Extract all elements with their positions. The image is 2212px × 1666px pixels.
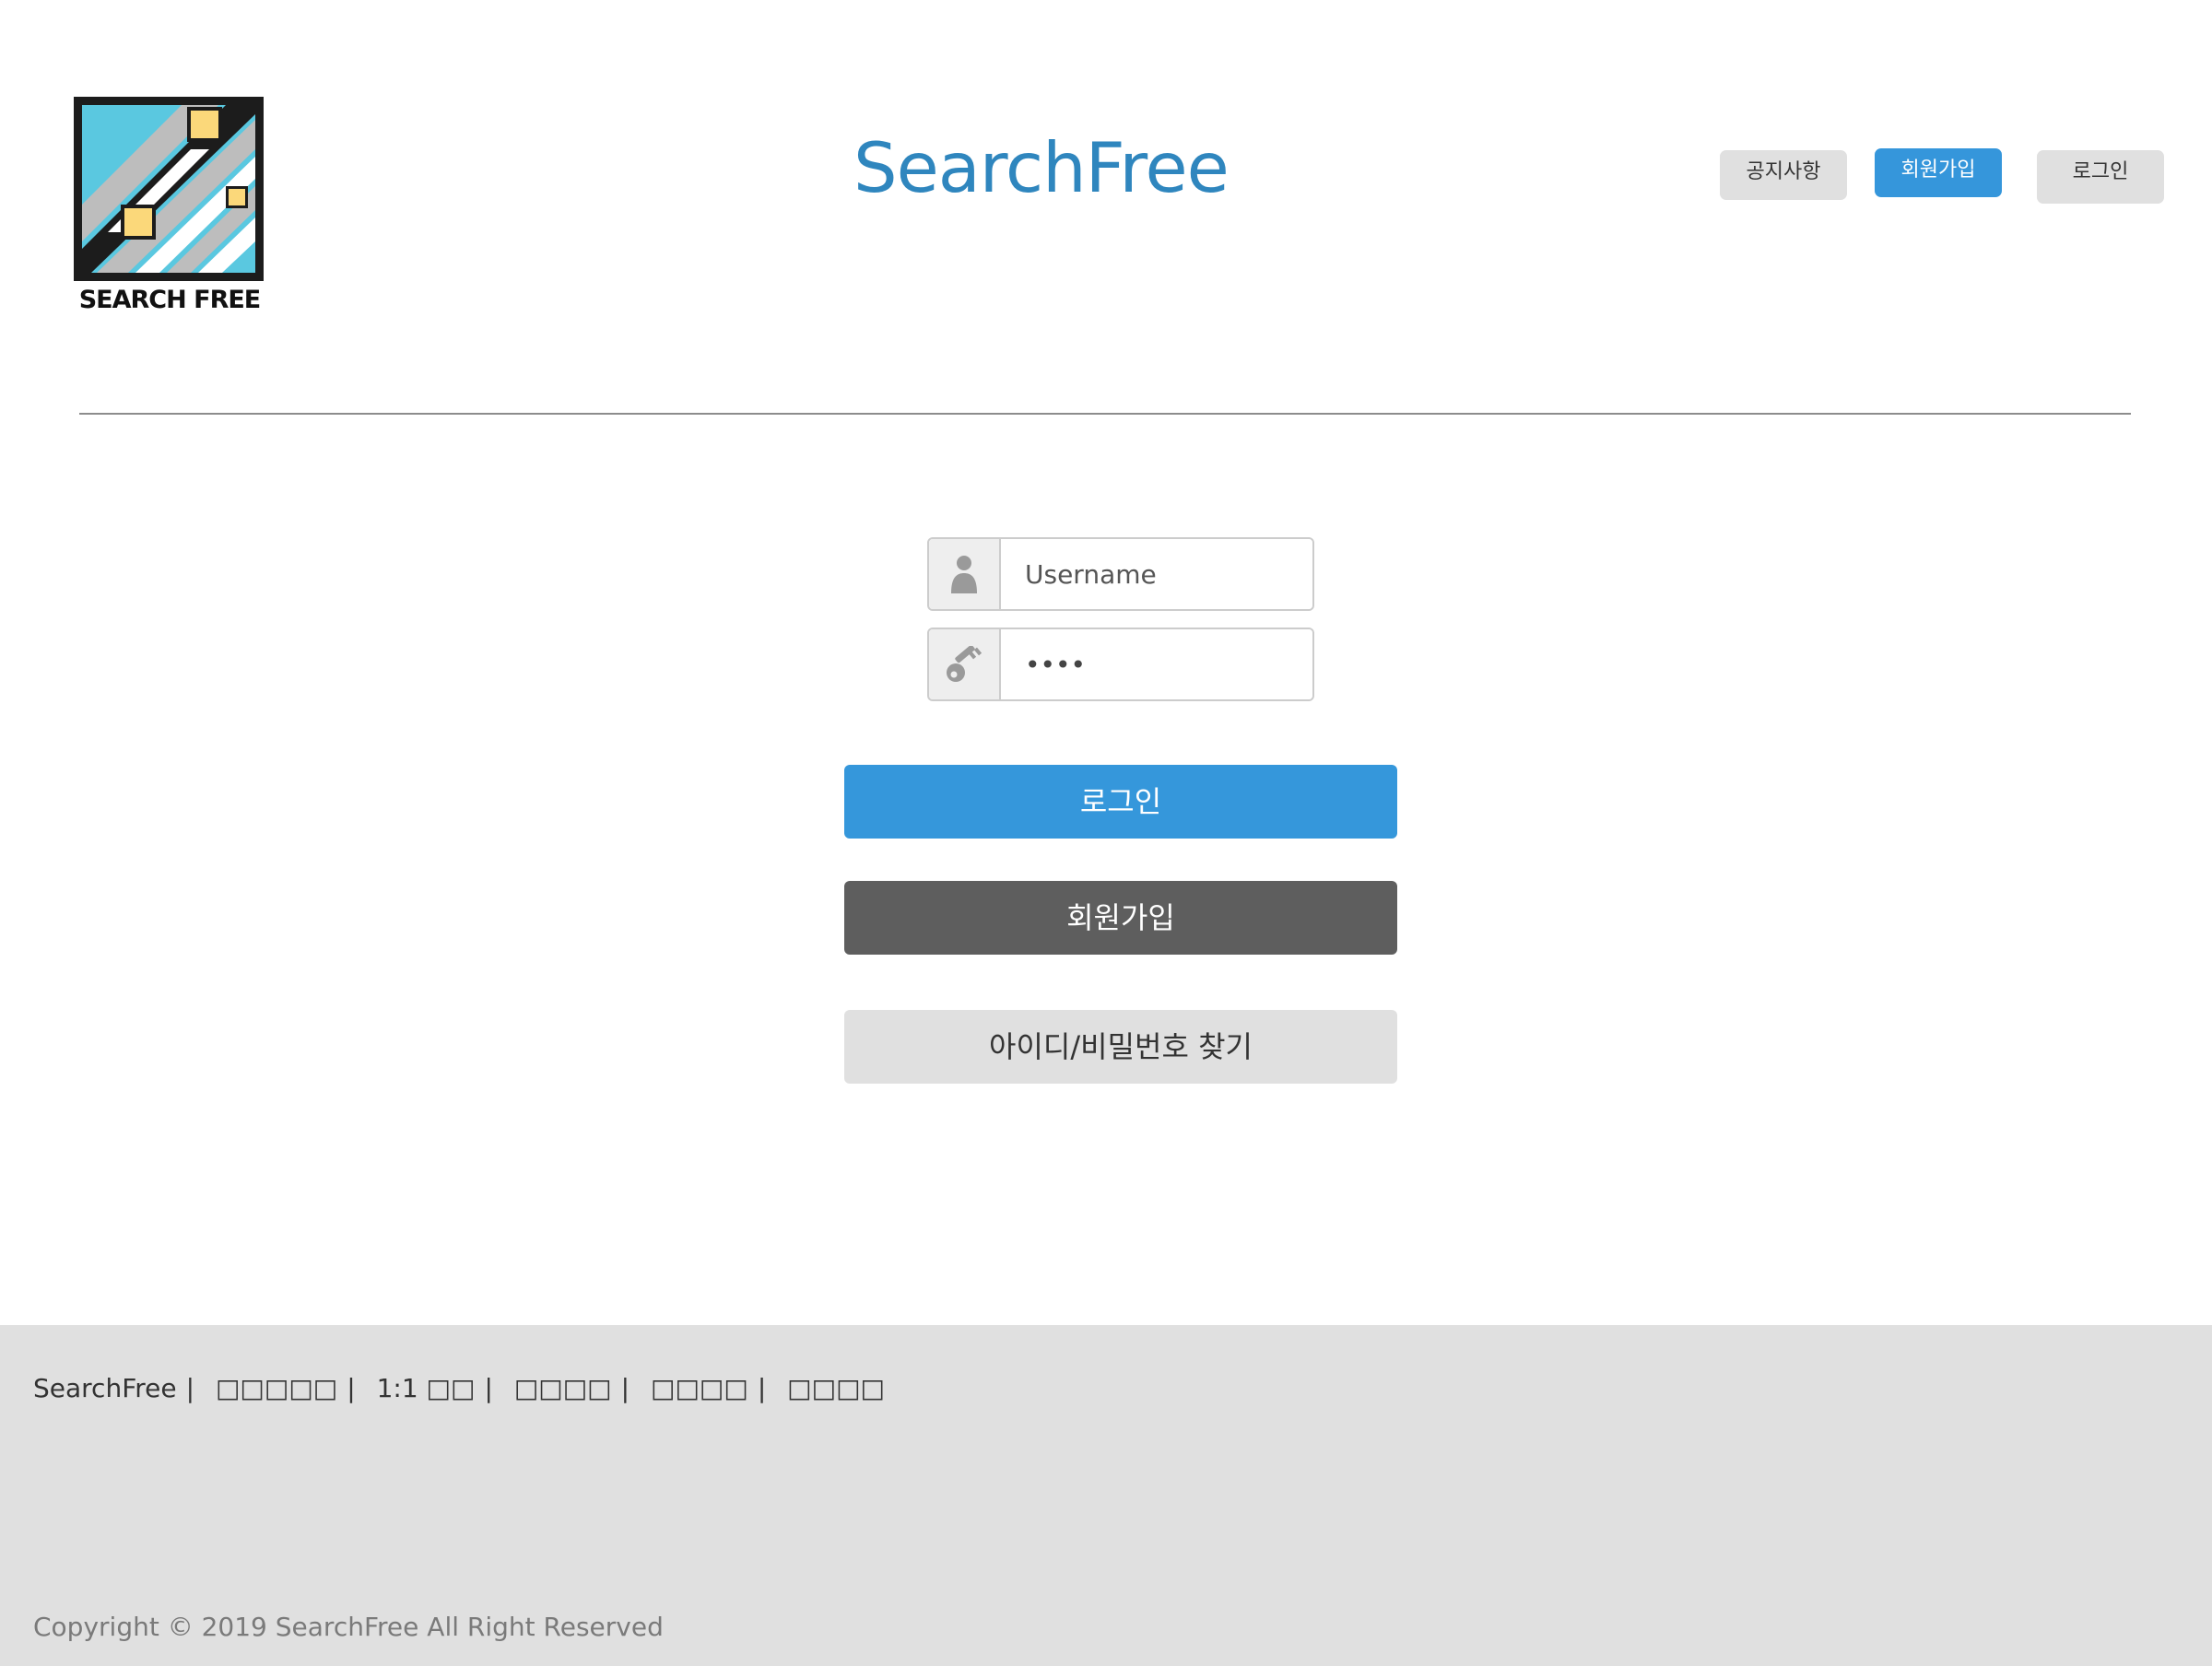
signup-button[interactable]: 회원가입 <box>844 881 1397 955</box>
password-group <box>927 628 1314 701</box>
footer-links: SearchFree | □□□□□ | 1:1 □□ | □□□□ | □□□□ | □… <box>33 1373 885 1403</box>
nav-signup-button[interactable]: 회원가입 <box>1875 148 2002 197</box>
footer-separator: | <box>620 1373 630 1403</box>
footer-separator: | <box>185 1373 195 1403</box>
footer-separator: | <box>347 1373 356 1403</box>
site-logo[interactable]: SEARCH FREE <box>71 94 268 313</box>
user-icon <box>929 539 1001 609</box>
login-button[interactable]: 로그인 <box>844 765 1397 839</box>
nav-notice-button[interactable]: 공지사항 <box>1720 150 1847 200</box>
footer-brand: SearchFree <box>33 1373 177 1403</box>
footer-link-2[interactable]: 1:1 □□ <box>377 1373 476 1403</box>
footer-link-1[interactable]: □□□□□ <box>216 1373 337 1403</box>
footer-separator: | <box>757 1373 767 1403</box>
find-account-button[interactable]: 아이디/비밀번호 찾기 <box>844 1010 1397 1084</box>
key-icon <box>929 629 1001 699</box>
nav-login-button[interactable]: 로그인 <box>2037 150 2164 204</box>
footer-separator: | <box>484 1373 493 1403</box>
username-input[interactable] <box>1001 539 1312 609</box>
copyright-text: Copyright © 2019 SearchFree All Right Re… <box>33 1612 664 1642</box>
page: SEARCH FREE SearchFree 공지사항 회원가입 로그인 Use… <box>0 0 2212 1666</box>
password-input[interactable] <box>1001 629 1312 699</box>
header-divider <box>79 413 2131 415</box>
footer-link-5[interactable]: □□□□ <box>787 1373 885 1403</box>
logo-wordmark: SEARCH FREE <box>79 286 261 313</box>
footer-link-3[interactable]: □□□□ <box>514 1373 612 1403</box>
username-group <box>927 537 1314 611</box>
top-nav: 공지사항 회원가입 로그인 <box>0 148 2212 204</box>
footer-link-4[interactable]: □□□□ <box>651 1373 748 1403</box>
